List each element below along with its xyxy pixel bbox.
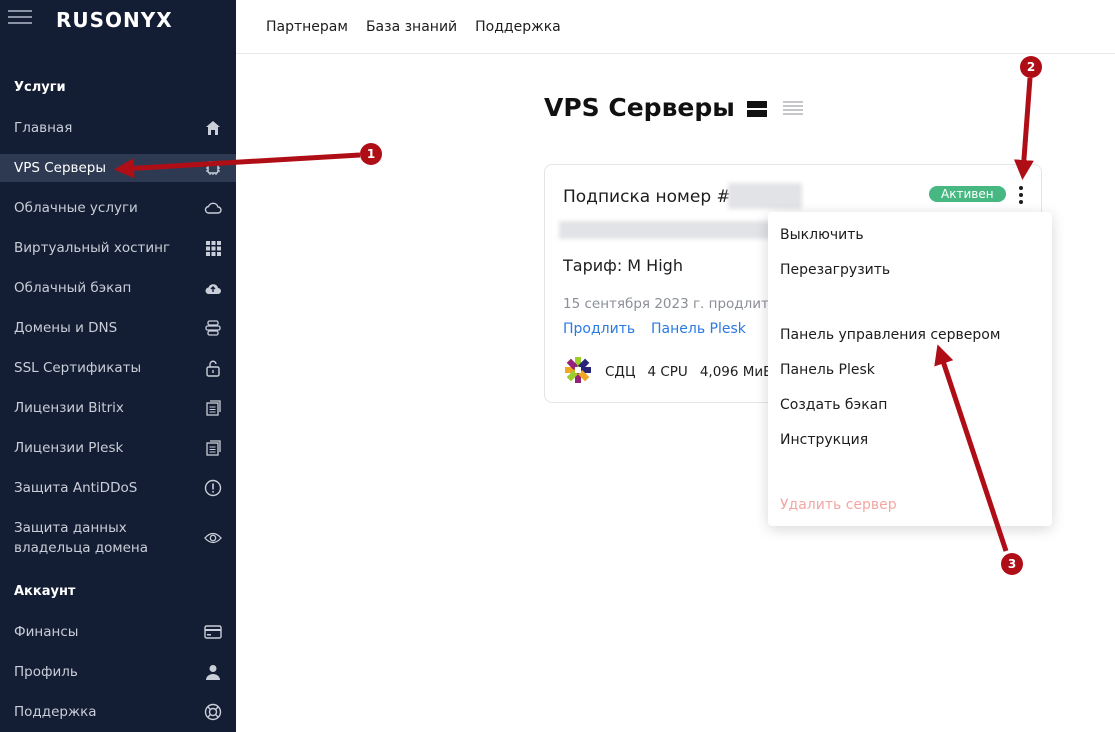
card-view-icon[interactable] xyxy=(747,100,767,118)
menu-item-delete-server[interactable]: Удалить сервер xyxy=(780,497,897,513)
annotation-marker-2: 2 xyxy=(1020,56,1042,78)
card-icon xyxy=(204,623,222,641)
sidebar: RUSONYX Услуги Главная VPS Серверы Облач… xyxy=(0,0,236,732)
menu-item-instructions[interactable]: Инструкция xyxy=(780,432,868,448)
sidebar-item-home[interactable]: Главная xyxy=(0,114,236,142)
sidebar-item-vps[interactable]: VPS Серверы xyxy=(0,154,236,182)
sidebar-item-backup[interactable]: Облачный бэкап xyxy=(0,274,236,302)
subscription-title: Подписка номер # xyxy=(563,187,731,207)
sidebar-item-ssl[interactable]: SSL Сертификаты xyxy=(0,354,236,382)
services-section-title: Услуги xyxy=(14,80,66,95)
sidebar-item-antiddos[interactable]: Защита AntiDDoS xyxy=(0,474,236,502)
arrow-to-kebab-menu xyxy=(1013,77,1034,180)
datacenter-label: СДЦ xyxy=(605,364,636,380)
annotation-marker-3: 3 xyxy=(1001,553,1023,575)
more-actions-icon[interactable] xyxy=(1011,183,1031,207)
knowledge-base-link[interactable]: База знаний xyxy=(366,19,457,35)
sidebar-item-plesk[interactable]: Лицензии Plesk xyxy=(0,434,236,462)
page-title: VPS Серверы xyxy=(544,93,735,122)
cloud-icon xyxy=(204,199,222,217)
license-icon xyxy=(204,439,222,457)
renewal-date: 15 сентября 2023 г. продлится xyxy=(563,296,785,312)
status-badge: Активен xyxy=(929,186,1006,202)
menu-item-reboot[interactable]: Перезагрузить xyxy=(780,262,890,278)
renew-link[interactable]: Продлить xyxy=(563,321,635,337)
sidebar-item-domains[interactable]: Домены и DNS xyxy=(0,314,236,342)
alert-icon xyxy=(204,479,222,497)
eye-icon xyxy=(204,529,222,547)
redacted-hostname xyxy=(559,221,771,239)
cloud-upload-icon xyxy=(204,279,222,297)
tariff-label: Тариф: M High xyxy=(563,256,683,275)
server-specs: СДЦ 4 CPU 4,096 МиБ xyxy=(563,355,772,389)
menu-item-server-control-panel[interactable]: Панель управления сервером xyxy=(780,327,1000,343)
dns-icon xyxy=(204,319,222,337)
centos-logo-icon xyxy=(563,355,593,389)
sidebar-item-profile[interactable]: Профиль xyxy=(0,658,236,686)
redacted-subscription-number xyxy=(728,183,802,209)
actions-dropdown-menu: Выключить Перезагрузить Панель управлени… xyxy=(768,212,1052,526)
ram-label: 4,096 МиБ xyxy=(699,364,773,380)
home-icon xyxy=(204,119,222,137)
account-section-title: Аккаунт xyxy=(14,584,76,599)
lifebuoy-icon xyxy=(204,703,222,721)
menu-icon[interactable] xyxy=(8,6,32,30)
sidebar-item-bitrix[interactable]: Лицензии Bitrix xyxy=(0,394,236,422)
top-navigation: Партнерам База знаний Поддержка xyxy=(236,0,1115,54)
sidebar-item-finance[interactable]: Финансы xyxy=(0,618,236,646)
plesk-panel-link[interactable]: Панель Plesk xyxy=(651,321,746,337)
logo[interactable]: RUSONYX xyxy=(56,8,173,32)
menu-item-create-backup[interactable]: Создать бэкап xyxy=(780,397,887,413)
chip-icon xyxy=(204,159,222,177)
cpu-label: 4 CPU xyxy=(647,364,688,380)
partners-link[interactable]: Партнерам xyxy=(266,19,348,35)
menu-item-plesk-panel[interactable]: Панель Plesk xyxy=(780,362,875,378)
annotation-marker-1: 1 xyxy=(360,143,382,165)
sidebar-item-cloud[interactable]: Облачные услуги xyxy=(0,194,236,222)
support-link[interactable]: Поддержка xyxy=(475,19,561,35)
user-icon xyxy=(204,663,222,681)
sidebar-item-support[interactable]: Поддержка xyxy=(0,698,236,726)
sidebar-item-whois-protection[interactable]: Защита данных владельца домена xyxy=(0,516,236,560)
license-icon xyxy=(204,399,222,417)
menu-item-shutdown[interactable]: Выключить xyxy=(780,227,864,243)
sidebar-item-hosting[interactable]: Виртуальный хостинг xyxy=(0,234,236,262)
list-view-icon[interactable] xyxy=(783,100,803,118)
unlock-icon xyxy=(204,359,222,377)
grid-icon xyxy=(204,239,222,257)
